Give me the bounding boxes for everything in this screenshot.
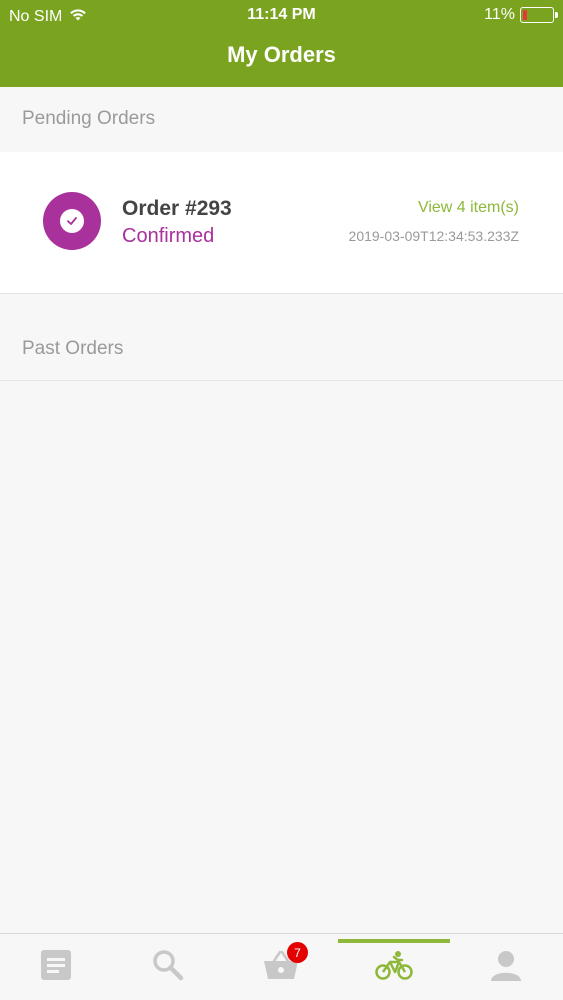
status-time: 11:14 PM xyxy=(247,6,316,23)
order-card[interactable]: Order #293 Confirmed View 4 item(s) 2019… xyxy=(0,152,563,294)
profile-icon xyxy=(489,948,523,987)
order-number: Order #293 xyxy=(122,197,232,220)
battery-percent: 11% xyxy=(484,6,515,23)
page-title: My Orders xyxy=(227,42,336,67)
search-icon xyxy=(151,948,185,987)
bicycle-icon xyxy=(375,949,413,986)
check-icon xyxy=(60,209,84,233)
app-header: No SIM 11:14 PM 11% My Orders xyxy=(0,0,563,87)
divider xyxy=(0,380,563,381)
status-bar: No SIM 11:14 PM 11% xyxy=(0,0,563,30)
tab-basket[interactable]: 7 xyxy=(225,934,337,1000)
tab-profile[interactable] xyxy=(450,934,562,1000)
basket-count-badge: 7 xyxy=(287,942,308,963)
order-status-indicator xyxy=(43,192,101,250)
battery-icon xyxy=(520,7,558,23)
past-orders-heading: Past Orders xyxy=(22,338,124,359)
orders-list-icon xyxy=(40,949,72,986)
tab-orders-list[interactable] xyxy=(0,934,112,1000)
pending-orders-heading: Pending Orders xyxy=(22,108,156,129)
order-status: Confirmed xyxy=(122,225,215,247)
tab-delivery[interactable] xyxy=(338,934,450,1000)
order-date: 2019-03-09T12:34:53.233Z xyxy=(348,228,519,244)
active-tab-indicator xyxy=(338,939,450,943)
tab-search[interactable] xyxy=(112,934,224,1000)
view-items-link[interactable]: View 4 item(s) xyxy=(418,199,519,217)
tab-bar: 7 xyxy=(0,933,563,1000)
